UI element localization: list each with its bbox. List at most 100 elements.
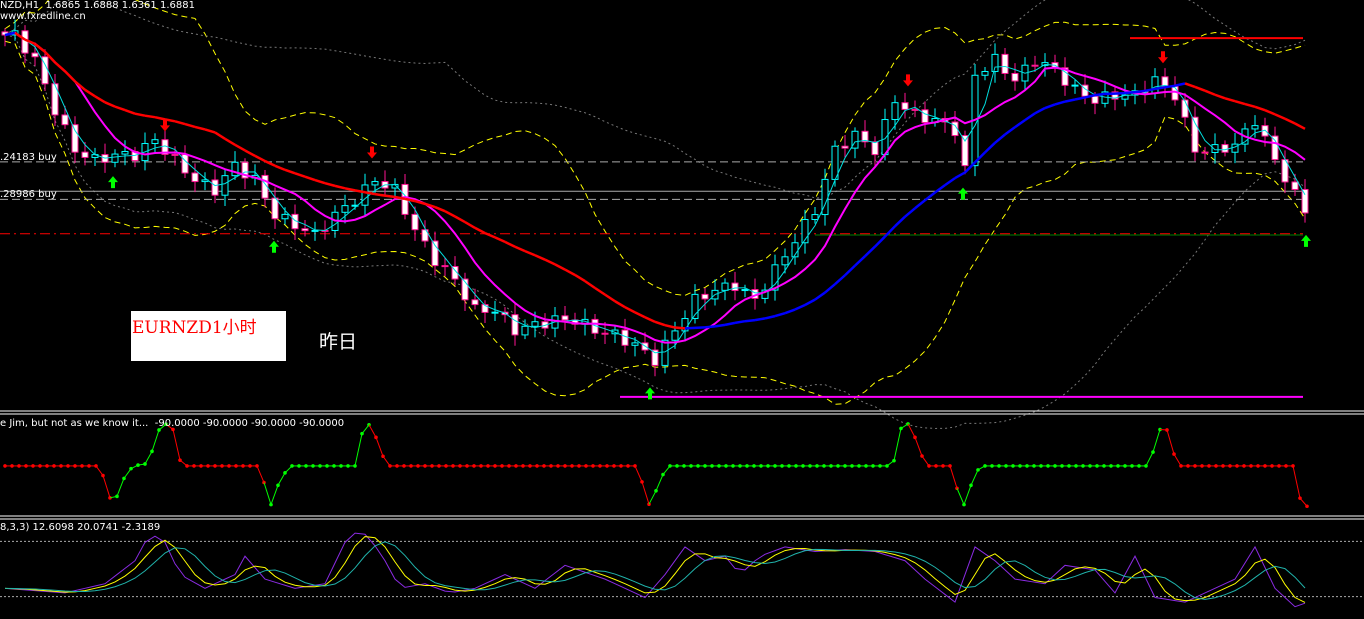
ma-slow-segment <box>654 320 666 327</box>
indicator1-segment <box>1166 429 1175 455</box>
candle <box>201 172 209 191</box>
ma-slow-segment <box>674 326 686 330</box>
candle <box>791 233 799 265</box>
ma-slow-segment <box>594 286 606 296</box>
ma-slow-segment <box>724 321 736 327</box>
candle-body <box>1031 64 1039 67</box>
candle-body <box>271 197 279 220</box>
indicator1-segment <box>368 424 377 438</box>
ma-slow-segment <box>124 108 136 115</box>
candle-body <box>81 151 89 158</box>
candle-body <box>901 102 909 110</box>
candle-body <box>211 179 219 196</box>
ma-slow-segment <box>954 171 966 180</box>
candle-body <box>221 175 229 196</box>
ma-slow-segment <box>204 128 216 134</box>
candle-body <box>621 329 629 346</box>
buy-arrow-icon <box>958 187 968 200</box>
indicator1-segment <box>102 475 111 498</box>
indicator2-line-0 <box>4 532 1306 608</box>
indicator1-segment <box>956 488 965 505</box>
candle <box>71 116 79 164</box>
indicator1-segment <box>354 433 363 467</box>
candle <box>991 43 999 83</box>
indicator1-segment <box>1152 429 1161 453</box>
indicator1-dot <box>647 502 651 507</box>
candle-body <box>601 332 609 335</box>
candle <box>1271 126 1279 165</box>
indicator1-title: e Jim, but not as we know it... <box>0 418 149 429</box>
indicator1-segment <box>970 469 979 486</box>
ma-slow-segment <box>1054 100 1066 106</box>
ma-slow-segment <box>94 95 106 104</box>
candle-body <box>1211 144 1219 153</box>
candle <box>1061 57 1069 96</box>
ma-slow-segment <box>704 325 716 329</box>
ma-mid-line <box>4 31 1306 344</box>
level-label: .24183 buy <box>0 152 57 163</box>
candle-body <box>71 124 79 153</box>
ma-slow-segment <box>494 236 506 244</box>
candle <box>561 305 569 331</box>
ma-slow-segment <box>374 192 386 197</box>
annotation-box: EURNZD1小时 <box>131 311 286 361</box>
candle-body <box>731 282 739 292</box>
ma-slow-segment <box>1014 119 1026 129</box>
ma-slow-segment <box>1114 91 1126 95</box>
candle <box>851 127 859 159</box>
ma-slow-segment <box>544 258 556 266</box>
ma-slow-segment <box>184 122 196 129</box>
candle-body <box>1151 76 1159 94</box>
ma-slow-segment <box>874 235 886 248</box>
annotation-box-text: EURNZD1小时 <box>132 318 257 338</box>
candle-body <box>661 339 669 366</box>
candle <box>1191 106 1199 162</box>
ma-slow-segment <box>584 280 596 290</box>
candle-body <box>181 153 189 174</box>
candle <box>91 147 99 167</box>
candle-body <box>371 181 379 186</box>
ma-slow-segment <box>504 240 516 248</box>
indicator1-segment <box>1173 453 1182 467</box>
ma-slow-segment <box>54 61 66 73</box>
candle-body <box>281 213 289 220</box>
candle-body <box>741 289 749 292</box>
ma-slow-segment <box>714 323 726 328</box>
ma-slow-segment <box>1244 102 1256 109</box>
ma-slow-segment <box>944 177 956 187</box>
indicator1-segment <box>375 437 384 457</box>
ma-slow-segment <box>1284 117 1296 125</box>
ma-slow-segment <box>834 274 846 286</box>
ohlc-readout: 1.6865 1.6888 1.6361 1.6881 <box>45 0 195 11</box>
candle <box>771 254 779 301</box>
ma-fast-line <box>4 32 1306 354</box>
ma-slow-segment <box>324 182 336 188</box>
candle-body <box>911 108 919 111</box>
candle <box>311 221 319 241</box>
ma-slow-segment <box>1294 122 1306 130</box>
indicator2-values: 12.6098 20.0741 -2.3189 <box>32 522 161 533</box>
candle-body <box>671 330 679 341</box>
indicator1-dot <box>969 483 973 488</box>
indicator2-title: 8,3,3) <box>0 522 30 533</box>
ma-slow-segment <box>344 187 356 192</box>
candle-body <box>961 135 969 167</box>
watermark: www.fxredline.cn <box>0 11 86 22</box>
candle <box>721 278 729 301</box>
sell-arrow-icon <box>367 146 377 159</box>
indicator1-segment <box>116 478 125 497</box>
ma-slow-segment <box>434 205 446 213</box>
ma-slow-segment <box>1074 96 1086 101</box>
ma-slow-segment <box>1254 105 1266 112</box>
ma-slow-segment <box>894 215 906 228</box>
ma-slow-segment <box>634 311 646 319</box>
ma-slow-segment <box>224 137 236 146</box>
ma-slow-segment <box>144 114 156 119</box>
candle <box>291 204 299 240</box>
candle-body <box>471 299 479 306</box>
ma-slow-segment <box>244 149 256 157</box>
ma-slow-segment <box>644 316 656 323</box>
candle-body <box>61 114 69 126</box>
indicator1-segment <box>144 451 153 465</box>
candle <box>741 284 749 298</box>
